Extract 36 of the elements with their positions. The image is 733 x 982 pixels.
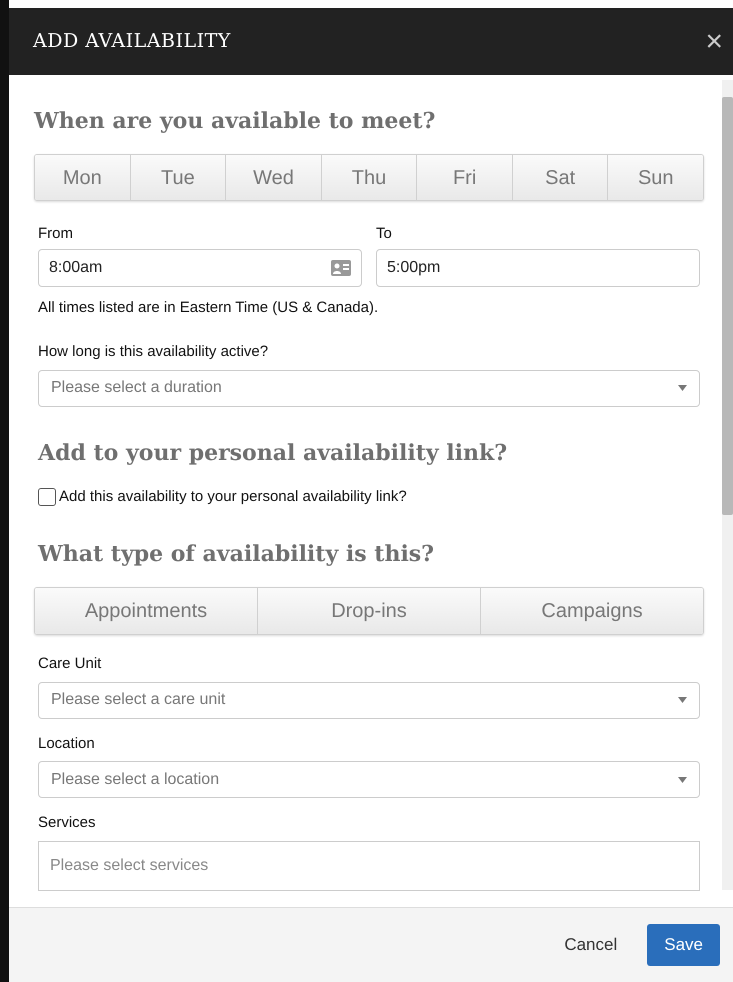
checkbox-label: Add this availability to your personal availability link? [59,486,407,506]
section-heading: Add to your personal availability link? [36,438,508,468]
section-heading: When are you available to meet? [34,107,436,136]
segment-button[interactable]: Thu [320,155,416,200]
field-label: How long is this availability active? [38,342,270,362]
close-button[interactable]: × [705,26,723,56]
checkbox[interactable] [38,488,56,506]
caret-icon [678,776,687,782]
segment-button[interactable]: Tue [130,155,226,200]
field-label: Location [38,734,96,754]
services-field[interactable]: Please select services [38,840,700,890]
field-label: To [376,224,393,244]
cancel-button[interactable]: Cancel [564,932,618,958]
time-field[interactable]: 5:00pm [376,248,700,286]
dropdown-select[interactable]: Please select a care unit [38,682,700,718]
field-label: From [38,224,74,244]
save-button[interactable]: Save [647,924,720,966]
segment-button[interactable]: Campaigns [480,588,703,634]
segment-button[interactable]: Sat [512,155,608,200]
segment-button[interactable]: Drop-ins [257,588,480,634]
field-label: Services [38,813,97,833]
caret-icon [678,697,687,703]
section-heading: What type of availability is this? [36,540,436,569]
time-field[interactable]: 8:00am [38,248,362,286]
segment-button[interactable]: Wed [225,155,321,200]
segment-button[interactable]: Sun [607,155,703,200]
dialog-title: ADD AVAILABILITY [33,29,231,54]
field-label: Care Unit [38,654,102,674]
duration-select[interactable]: Please select a duration [38,370,700,406]
segment-button[interactable]: Fri [416,155,512,200]
caret-icon [678,385,687,391]
segment-button[interactable]: Appointments [35,588,257,634]
segment-button[interactable]: Mon [35,155,130,200]
timezone-note: All times listed are in Eastern Time (US & Canada). [38,298,380,318]
scrollbar[interactable] [722,80,733,890]
dropdown-select[interactable]: Please select a location [38,761,700,798]
